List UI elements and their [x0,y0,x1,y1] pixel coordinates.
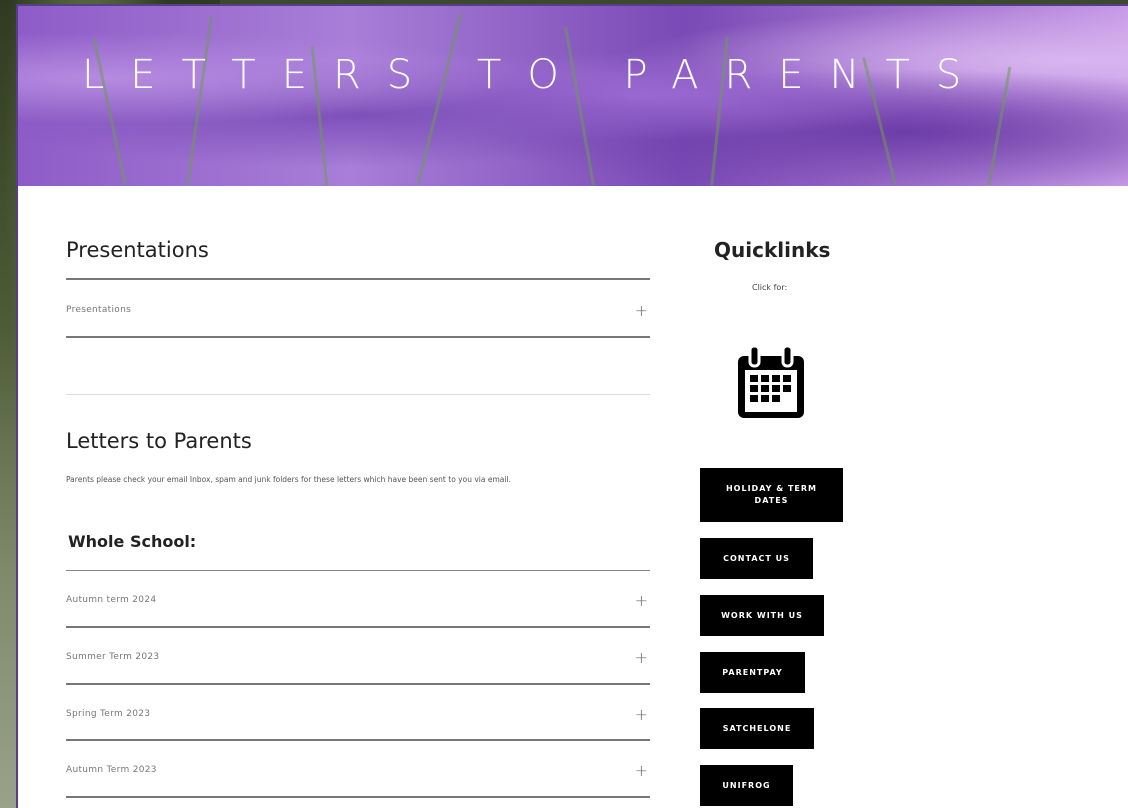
quicklinks-subtitle: Click for: [752,283,788,292]
satchelone-button[interactable]: SATCHELONE [700,708,814,749]
accordion-item-spring-2023[interactable]: Spring Term 2023 + [66,694,650,734]
divider [66,796,650,798]
divider [66,739,650,741]
accordion-label: Summer Term 2023 [66,652,160,662]
divider [66,626,650,628]
contact-us-button[interactable]: CONTACT US [700,538,813,579]
quicklinks-heading: Quicklinks [714,238,831,262]
work-with-us-button[interactable]: WORK WITH US [700,595,824,636]
page-title: LETTERS TO PARENTS [82,52,988,98]
accordion-label: Spring Term 2023 [66,709,151,719]
plus-icon[interactable]: + [635,705,650,724]
divider [66,394,650,395]
divider [66,683,650,685]
calendar-icon[interactable] [736,344,806,420]
letters-heading: Letters to Parents [66,429,252,453]
accordion-label: Autumn Term 2023 [66,765,157,775]
plus-icon[interactable]: + [635,301,650,320]
plus-icon[interactable]: + [635,591,650,610]
unifrog-button[interactable]: UNIFROG [700,765,793,806]
divider [66,278,650,280]
accordion-label: Autumn term 2024 [66,595,157,605]
presentations-heading: Presentations [66,238,209,262]
letters-intro: Parents please check your email Inbox, s… [66,475,511,484]
plus-icon[interactable]: + [635,761,650,780]
hero-banner: LETTERS TO PARENTS [18,6,1128,186]
page-container: LETTERS TO PARENTS Presentations Present… [16,4,1128,808]
accordion-item-presentations[interactable]: Presentations + [66,290,650,330]
accordion-label: Presentations [66,305,132,315]
whole-school-heading: Whole School: [68,532,197,551]
holiday-term-dates-button[interactable]: HOLIDAY & TERM DATES [700,468,843,522]
accordion-item-autumn-2024[interactable]: Autumn term 2024 + [66,580,650,620]
divider [66,570,650,571]
accordion-item-summer-2023[interactable]: Summer Term 2023 + [66,637,650,677]
divider [66,336,650,338]
plus-icon[interactable]: + [635,648,650,667]
parentpay-button[interactable]: PARENTPAY [700,652,805,693]
accordion-item-autumn-2023[interactable]: Autumn Term 2023 + [66,750,650,790]
